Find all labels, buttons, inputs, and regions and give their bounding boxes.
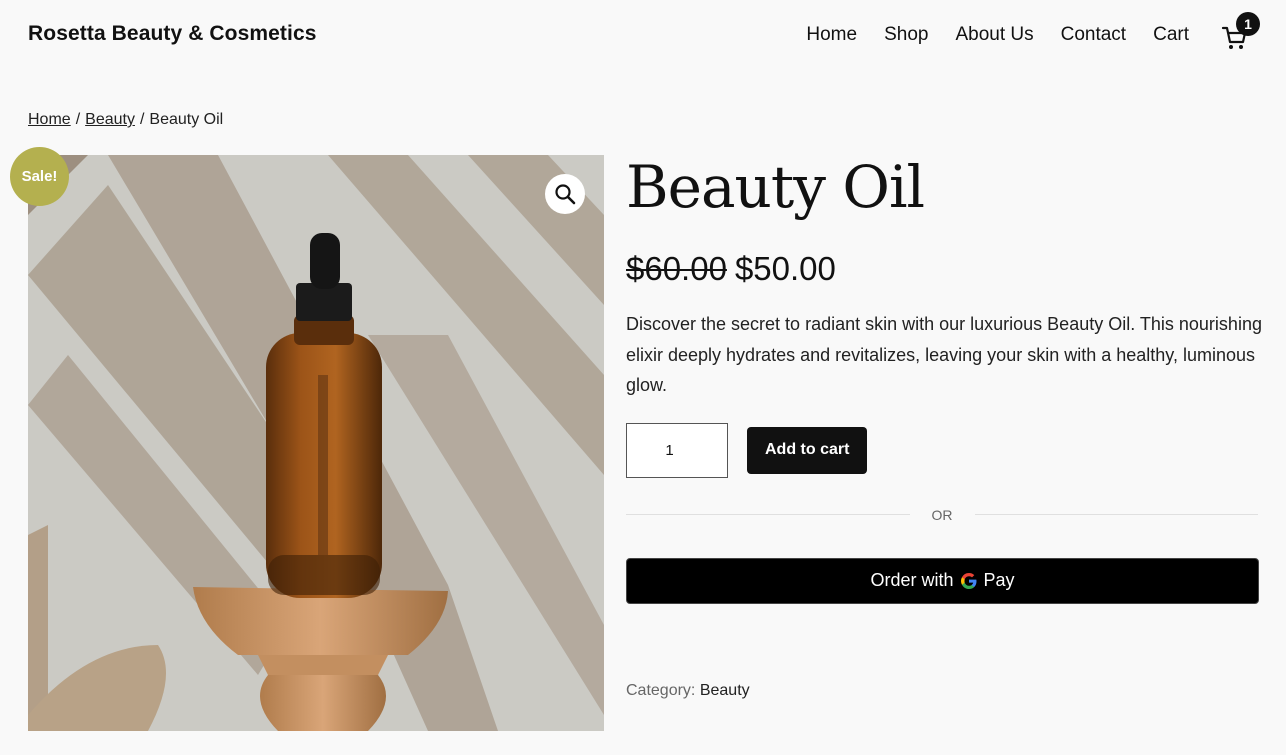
or-label: OR [931, 506, 953, 523]
sale-badge: Sale! [10, 147, 69, 206]
breadcrumb-separator: / [139, 111, 145, 128]
mini-cart-button[interactable]: 1 [1220, 12, 1262, 52]
gpay-label: Order with [870, 570, 954, 590]
breadcrumb: Home / Beauty / Beauty Oil [28, 111, 223, 129]
product-title: Beauty Oil [626, 153, 925, 221]
product-description: Discover the secret to radiant skin with… [626, 314, 1262, 395]
product-summary: Beauty Oil $60.00 $50.00 Discover the sec… [626, 153, 1262, 604]
google-pay-button[interactable]: Order with Pay [626, 557, 1259, 604]
add-to-cart-button[interactable]: Add to cart [747, 426, 868, 474]
nav-contact[interactable]: Contact [1061, 24, 1126, 46]
main-nav: Home Shop About Us Contact Cart [806, 24, 1189, 46]
product-image[interactable] [28, 155, 604, 731]
quantity-input[interactable] [626, 422, 728, 478]
product-price: $60.00 $50.00 [626, 249, 1258, 289]
product-meta: Category: Beauty [626, 682, 750, 700]
nav-cart[interactable]: Cart [1153, 24, 1189, 46]
product-photo [28, 155, 604, 731]
cart-count-badge: 1 [1236, 12, 1260, 36]
image-zoom-button[interactable] [545, 174, 585, 214]
or-divider: OR [626, 507, 1258, 523]
breadcrumb-beauty[interactable]: Beauty [85, 111, 135, 128]
nav-shop[interactable]: Shop [884, 24, 928, 46]
add-to-cart-form: Add to cart [626, 422, 1258, 478]
breadcrumb-home[interactable]: Home [28, 111, 71, 128]
divider-line [974, 514, 1258, 515]
regular-price: $60.00 [626, 250, 727, 287]
divider-line [626, 514, 910, 515]
site-title[interactable]: Rosetta Beauty & Cosmetics [28, 22, 317, 46]
nav-home[interactable]: Home [806, 24, 857, 46]
category-link[interactable]: Beauty [700, 682, 750, 699]
sale-price: $50.00 [734, 250, 836, 287]
gpay-brand: Pay [983, 570, 1015, 590]
magnifier-icon [555, 184, 576, 205]
breadcrumb-current: Beauty Oil [149, 111, 224, 128]
google-g-icon [960, 572, 976, 589]
category-label: Category: [626, 682, 696, 699]
breadcrumb-separator: / [75, 111, 81, 128]
nav-about-us[interactable]: About Us [955, 24, 1033, 46]
